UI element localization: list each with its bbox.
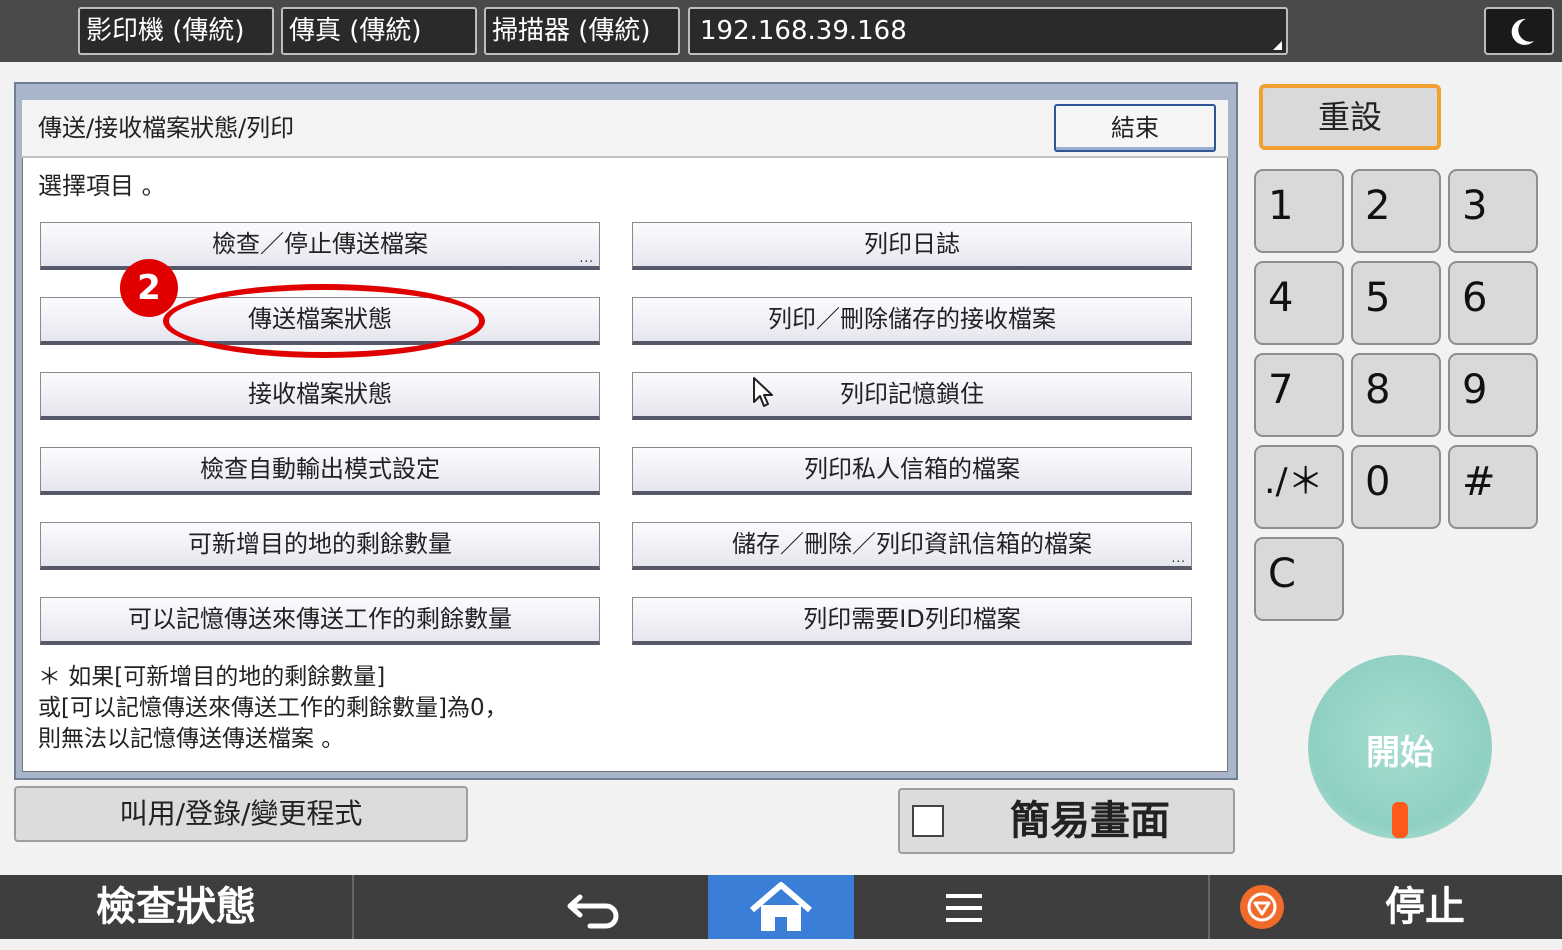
store-delete-print-info-box-button[interactable]: 儲存／刪除／列印資訊信箱的檔案... (632, 522, 1192, 570)
key-6[interactable]: 6 (1448, 261, 1538, 345)
nav-divider (1208, 875, 1210, 939)
simple-screen-label: 簡易畫面 (1010, 798, 1170, 844)
step-badge: 2 (120, 259, 178, 317)
home-button[interactable] (708, 875, 854, 939)
tab-ip-address[interactable]: 192.168.39.168 (688, 7, 1288, 55)
back-button[interactable] (540, 875, 660, 939)
option-label: 接收檔案狀態 (248, 380, 392, 408)
tab-scanner[interactable]: 掃描器 (傳統) (484, 7, 680, 55)
key-1[interactable]: 1 (1254, 169, 1344, 253)
print-delete-stored-received-button[interactable]: 列印／刪除儲存的接收檔案 (632, 297, 1192, 345)
key-dot-star[interactable]: ./＊ (1254, 445, 1344, 529)
dialog-note: ＊ 如果[可新增目的地的剩餘數量] 或[可以記憶傳送來傳送工作的剩餘數量]為0，… (38, 664, 508, 752)
nav-divider (352, 875, 354, 939)
tab-fax[interactable]: 傳真 (傳統) (281, 7, 477, 55)
stop-icon[interactable] (1238, 883, 1286, 931)
key-2[interactable]: 2 (1351, 169, 1441, 253)
highlight-ellipse (163, 284, 485, 358)
option-label: 檢查自動輸出模式設定 (200, 455, 440, 483)
key-5[interactable]: 5 (1351, 261, 1441, 345)
more-indicator: ... (579, 251, 594, 265)
receive-file-status-button[interactable]: 接收檔案狀態 (40, 372, 600, 420)
end-button[interactable]: 結束 (1054, 104, 1216, 152)
tab-copier-label: 影印機 (傳統) (86, 16, 245, 46)
key-0[interactable]: 0 (1351, 445, 1441, 529)
simple-screen-checkbox[interactable] (912, 805, 944, 837)
option-label: 列印記憶鎖住 (840, 380, 984, 408)
bottom-strip (0, 939, 1562, 950)
check-status-button[interactable]: 檢查狀態 (0, 875, 352, 939)
remaining-memory-jobs-button[interactable]: 可以記憶傳送來傳送工作的剩餘數量 (40, 597, 600, 645)
reset-button[interactable]: 重設 (1259, 84, 1441, 150)
option-label: 列印／刪除儲存的接收檔案 (768, 305, 1056, 333)
menu-button[interactable] (905, 875, 1025, 939)
dialog-title: 傳送/接收檔案狀態/列印 (38, 114, 295, 142)
dropdown-corner-icon (1273, 41, 1282, 50)
more-indicator: ... (1171, 551, 1186, 565)
key-clear[interactable]: C (1254, 537, 1344, 621)
option-label: 儲存／刪除／列印資訊信箱的檔案 (732, 530, 1092, 558)
tab-fax-label: 傳真 (傳統) (289, 16, 422, 46)
option-label: 檢查／停止傳送檔案 (212, 230, 428, 258)
print-journal-button[interactable]: 列印日誌 (632, 222, 1192, 270)
print-id-required-button[interactable]: 列印需要ID列印檔案 (632, 597, 1192, 645)
check-auto-output-mode-button[interactable]: 檢查自動輸出模式設定 (40, 447, 600, 495)
option-label: 列印需要ID列印檔案 (803, 605, 1021, 633)
key-9[interactable]: 9 (1448, 353, 1538, 437)
key-8[interactable]: 8 (1351, 353, 1441, 437)
key-hash[interactable]: # (1448, 445, 1538, 529)
print-personal-box-button[interactable]: 列印私人信箱的檔案 (632, 447, 1192, 495)
tab-ip-label: 192.168.39.168 (700, 16, 907, 46)
key-4[interactable]: 4 (1254, 261, 1344, 345)
program-button[interactable]: 叫用/登錄/變更程式 (14, 786, 468, 842)
print-memory-lock-button[interactable]: 列印記憶鎖住 (632, 372, 1192, 420)
check-stop-transmission-button[interactable]: 檢查／停止傳送檔案... (40, 222, 600, 270)
menu-icon (946, 894, 982, 922)
key-7[interactable]: 7 (1254, 353, 1344, 437)
mouse-cursor-icon (753, 377, 773, 407)
back-arrow-icon (567, 894, 619, 929)
option-label: 可以記憶傳送來傳送工作的剩餘數量 (128, 605, 512, 633)
dialog-prompt: 選擇項目 。 (38, 172, 166, 200)
tab-scanner-label: 掃描器 (傳統) (492, 16, 651, 46)
tab-copier[interactable]: 影印機 (傳統) (78, 7, 274, 55)
energy-saver-button[interactable] (1484, 7, 1554, 55)
stop-button[interactable]: 停止 (1340, 875, 1510, 939)
start-indicator-led (1392, 802, 1408, 838)
option-label: 可新增目的地的剩餘數量 (188, 530, 452, 558)
moon-icon (1511, 18, 1534, 45)
option-label: 列印私人信箱的檔案 (804, 455, 1020, 483)
home-icon (750, 882, 812, 931)
remaining-destinations-button[interactable]: 可新增目的地的剩餘數量 (40, 522, 600, 570)
option-label: 列印日誌 (864, 230, 960, 258)
key-3[interactable]: 3 (1448, 169, 1538, 253)
